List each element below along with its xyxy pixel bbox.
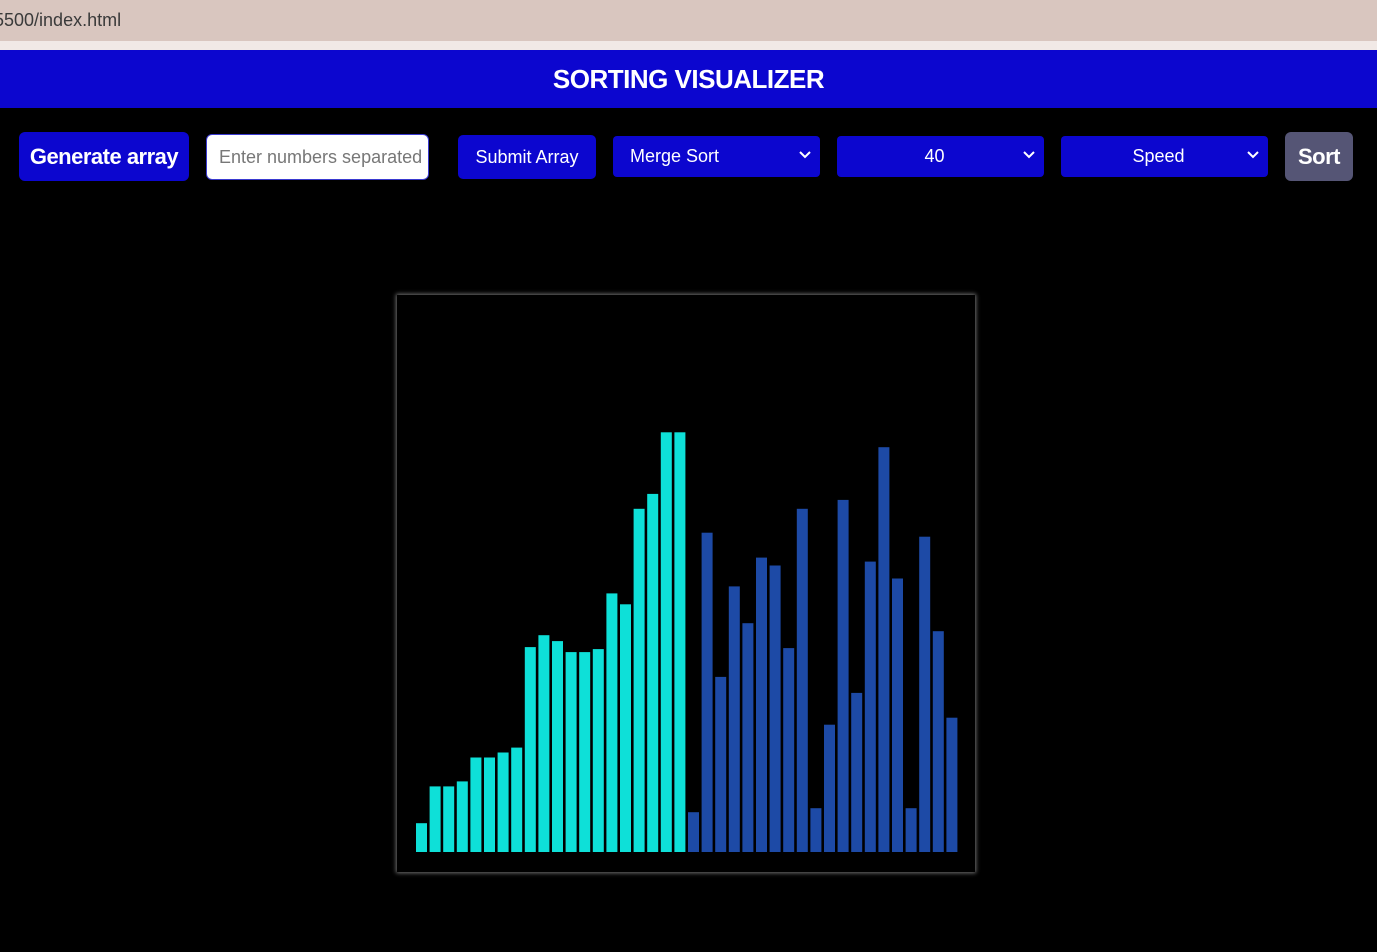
array-bar — [701, 532, 713, 852]
app-header: SORTING VISUALIZER — [0, 50, 1377, 108]
array-bar — [878, 447, 890, 852]
visualizer-canvas — [397, 295, 975, 872]
array-bar — [688, 812, 699, 852]
speed-select[interactable]: Speed — [1061, 136, 1268, 177]
url-text: 5500/index.html — [0, 10, 122, 30]
array-bar — [728, 586, 740, 852]
browser-divider — [0, 41, 1377, 50]
array-bar — [892, 578, 903, 852]
array-bar — [837, 499, 849, 852]
array-bar — [511, 747, 523, 852]
submit-array-button[interactable]: Submit Array — [458, 135, 596, 179]
array-bar — [456, 781, 468, 852]
array-bar — [443, 786, 455, 852]
array-size-select[interactable]: 40 — [837, 136, 1044, 177]
array-bar — [633, 508, 645, 852]
array-bar — [715, 676, 727, 852]
bar-chart — [416, 432, 958, 852]
array-bar — [919, 536, 931, 852]
sort-button[interactable]: Sort — [1285, 132, 1353, 181]
array-bar — [674, 432, 686, 852]
array-size-select-value: 40 — [924, 146, 945, 166]
array-bar — [783, 648, 795, 852]
algorithm-select-value: Merge Sort — [630, 146, 720, 166]
array-bar — [416, 823, 427, 852]
array-bar — [660, 432, 672, 852]
array-bar — [579, 652, 591, 852]
generate-array-button[interactable]: Generate array — [19, 132, 189, 181]
speed-select-value: Speed — [1132, 146, 1185, 166]
array-bar — [592, 649, 604, 852]
algorithm-select[interactable]: Merge Sort — [613, 136, 820, 177]
array-bar — [796, 508, 808, 852]
array-bar — [497, 752, 509, 852]
array-bar — [946, 717, 958, 852]
array-bar — [524, 647, 536, 852]
page-title: SORTING VISUALIZER — [552, 63, 825, 94]
array-input[interactable] — [206, 134, 429, 180]
array-bar — [824, 724, 835, 852]
array-bar — [864, 561, 876, 852]
array-bar — [606, 593, 618, 852]
array-bar — [905, 808, 917, 852]
array-bar — [742, 623, 754, 852]
array-bar — [484, 757, 495, 852]
array-bar — [756, 557, 767, 852]
array-bar — [538, 635, 550, 852]
array-bar — [620, 604, 631, 852]
chevron-down-icon — [1023, 151, 1035, 159]
array-bar — [932, 631, 944, 852]
array-bar — [769, 565, 781, 852]
array-bar — [470, 757, 482, 852]
array-bar — [429, 786, 441, 852]
array-bar — [552, 641, 563, 852]
array-bar — [851, 692, 863, 852]
array-bar — [810, 808, 822, 852]
chevron-down-icon — [1247, 151, 1259, 159]
array-bar — [565, 652, 577, 852]
array-bar — [647, 493, 659, 852]
chevron-down-icon — [799, 151, 811, 159]
browser-address-bar[interactable]: 5500/index.html — [0, 0, 1377, 41]
